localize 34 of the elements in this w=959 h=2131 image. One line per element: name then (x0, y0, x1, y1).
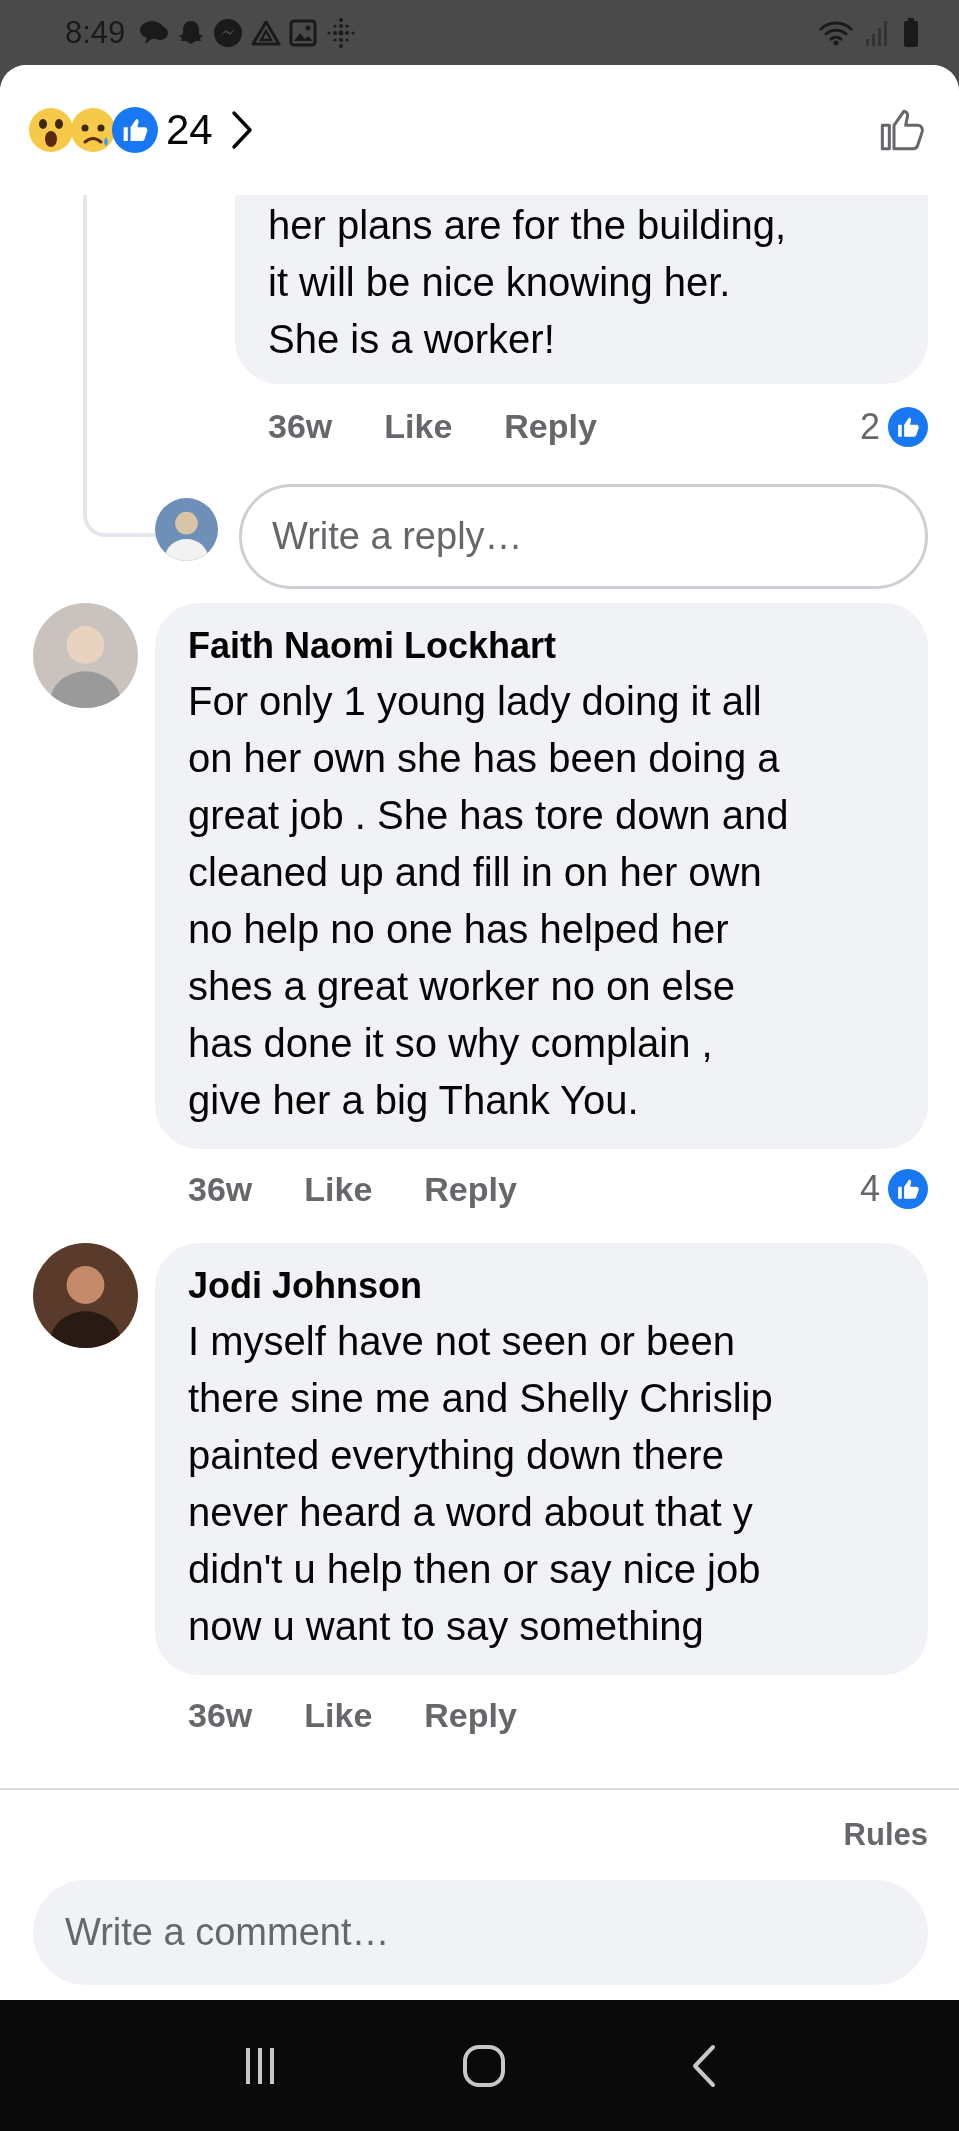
timestamp: 36w (268, 407, 333, 446)
back-icon[interactable] (690, 2043, 717, 2088)
home-icon[interactable] (462, 2043, 507, 2088)
image-icon (289, 18, 318, 47)
reply-link[interactable]: Reply (424, 1169, 517, 1209)
like-link[interactable]: Like (304, 1169, 373, 1209)
comment-field[interactable]: Write a comment… (33, 1880, 928, 1985)
battery-icon (903, 17, 919, 48)
like-count: 4 (859, 1168, 880, 1210)
reply-link[interactable]: Reply (424, 1695, 517, 1735)
like-link[interactable]: Like (304, 1695, 373, 1735)
like-reaction-icon (112, 107, 158, 153)
timestamp: 36w (188, 1695, 253, 1735)
timestamp: 36w (188, 1169, 253, 1209)
triangle-icon (251, 18, 282, 47)
chevron-right-icon[interactable] (230, 110, 253, 150)
chat-bubbles-icon (139, 18, 170, 47)
like-link[interactable]: Like (384, 407, 453, 446)
reply-field[interactable]: Write a reply… (239, 484, 928, 589)
messenger-icon (213, 17, 244, 48)
comment-text: For only 1 young lady doing it all on her own she has been doing a great job . She has tore down and cleaned up and fill in on her own no help no one has helped her shes a great worker no on else has done it so why complain , give her a big Thank You. (188, 678, 790, 1124)
author-name[interactable]: Faith Naomi Lockhart (188, 623, 895, 669)
surprised-emoji-icon (28, 107, 74, 153)
author-name[interactable]: Jodi Johnson (188, 1263, 895, 1309)
wifi-icon (819, 19, 853, 46)
reaction-count[interactable]: 24 (166, 106, 213, 154)
rules-link[interactable]: Rules (843, 1817, 928, 1853)
like-count: 2 (859, 405, 880, 448)
like-reaction-icon (888, 1169, 928, 1209)
like-reaction-icon (888, 406, 928, 447)
comment-text: her plans are for the building, it will be nice knowing her. She is a worker! (268, 202, 788, 363)
comment-text: I myself have not seen or been there sine me and Shelly Chrislip painted everything down there never heard a word about that y didn't u help then or say nice job now u want to say something (188, 1318, 774, 1650)
sad-emoji-icon (70, 107, 116, 153)
reply-link[interactable]: Reply (504, 407, 597, 446)
